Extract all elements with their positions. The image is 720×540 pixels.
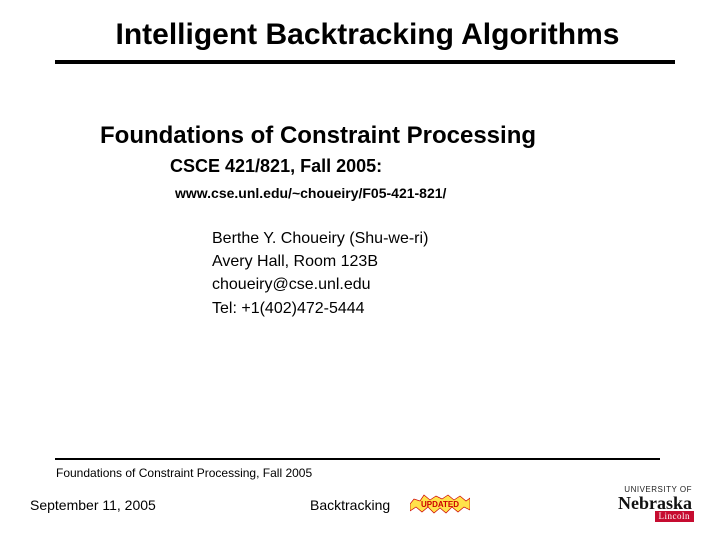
author-block: Berthe Y. Choueiry (Shu-we-ri) Avery Hal…: [0, 227, 720, 320]
author-phone: Tel: +1(402)472-5444: [212, 297, 720, 320]
logo-name: Nebraska: [618, 493, 692, 513]
footer-rule: [55, 458, 660, 460]
updated-badge: UPDATED: [410, 493, 470, 515]
slide-subtitle: Foundations of Constraint Processing: [0, 122, 720, 150]
updated-text: UPDATED: [421, 500, 459, 509]
slide: Intelligent Backtracking Algorithms Foun…: [0, 0, 720, 540]
footer-course: Foundations of Constraint Processing, Fa…: [56, 466, 312, 480]
course-code: CSCE 421/821, Fall 2005:: [0, 156, 720, 177]
title-rule: [55, 60, 675, 64]
slide-title: Intelligent Backtracking Algorithms: [0, 18, 720, 60]
logo-campus: Lincoln: [655, 511, 695, 522]
logo-main-text: Nebraska Lincoln: [618, 494, 692, 512]
author-office: Avery Hall, Room 123B: [212, 250, 720, 273]
footer-date: September 11, 2005: [30, 497, 156, 513]
university-logo: UNIVERSITY OF Nebraska Lincoln: [618, 485, 692, 512]
course-url: www.cse.unl.edu/~choueiry/F05-421-821/: [0, 185, 720, 201]
footer-topic: Backtracking: [310, 497, 390, 513]
author-name: Berthe Y. Choueiry (Shu-we-ri): [212, 227, 720, 250]
author-email: choueiry@cse.unl.edu: [212, 273, 720, 296]
